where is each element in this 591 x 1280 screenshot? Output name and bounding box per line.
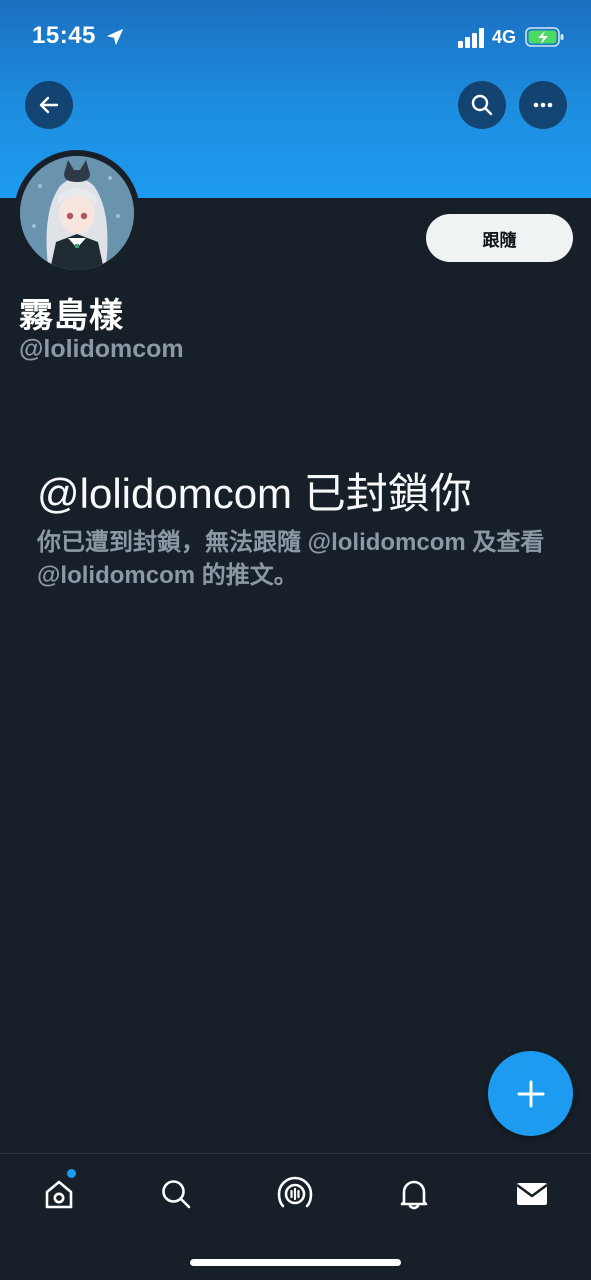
nav-notifications[interactable]: [392, 1172, 436, 1216]
nav-messages[interactable]: [510, 1172, 554, 1216]
spaces-icon: [277, 1176, 313, 1208]
profile-display-name: 霧島樣: [19, 297, 124, 335]
messages-icon: [516, 1183, 548, 1205]
location-arrow-icon: [106, 28, 124, 46]
status-bar: 15:45 4G: [0, 0, 591, 74]
blocked-title: @lolidomcom 已封鎖你: [37, 470, 472, 517]
compose-button[interactable]: [488, 1051, 573, 1136]
blocked-description: 你已遭到封鎖，無法跟隨 @lolidomcom 及查看 @lolidomcom …: [37, 529, 545, 589]
avatar-image: [20, 156, 134, 270]
search-button[interactable]: [458, 81, 506, 129]
cellular-signal-icon: [458, 28, 484, 48]
status-time: 15:45: [32, 22, 96, 49]
plus-icon: [517, 1080, 544, 1107]
nav-spaces[interactable]: [273, 1172, 317, 1216]
arrow-left-icon: [39, 96, 59, 114]
search-icon: [162, 1180, 191, 1209]
home-icon: [45, 1180, 73, 1209]
more-options-button[interactable]: [519, 81, 567, 129]
back-button[interactable]: [25, 81, 73, 129]
nav-home[interactable]: [37, 1172, 81, 1216]
more-horizontal-icon: [533, 102, 553, 108]
search-icon: [471, 94, 493, 116]
follow-button[interactable]: 跟隨: [426, 214, 573, 262]
home-indicator[interactable]: [190, 1259, 401, 1266]
profile-handle: @lolidomcom: [19, 335, 184, 363]
network-type: 4G: [492, 27, 517, 47]
notifications-icon: [400, 1180, 428, 1210]
home-notification-dot: [66, 1168, 77, 1179]
profile-screen: 15:45 4G 跟隨 霧島樣 @lolidomcom @lolidomcom …: [0, 0, 591, 1280]
avatar[interactable]: [20, 156, 134, 270]
nav-search[interactable]: [154, 1172, 198, 1216]
battery-charging-icon: [525, 27, 564, 47]
